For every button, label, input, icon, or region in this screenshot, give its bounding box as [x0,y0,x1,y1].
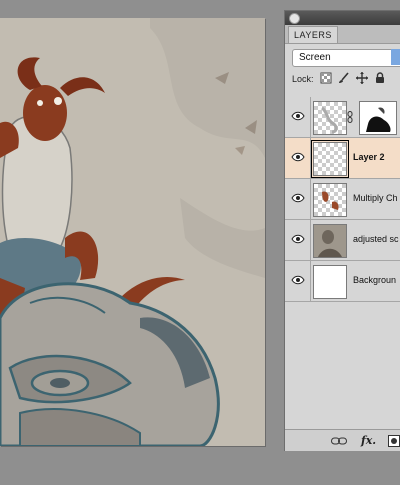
divider [310,220,311,260]
layer-thumbnail[interactable] [311,140,349,178]
lock-row: Lock: [285,66,400,90]
layer-name: Multiply Ch [353,193,398,203]
divider [310,261,311,301]
layers-list: Layer 2 Multiply Ch adjusted sc Backgrou… [285,97,400,302]
layer-name: Backgroun [353,275,397,285]
blend-mode-row: Screen [285,44,400,67]
close-panel-button[interactable] [289,13,300,24]
layer-thumbnail[interactable] [313,265,347,299]
divider [310,138,311,178]
layer-row[interactable] [285,97,400,138]
layers-panel: LAYERS Screen Lock: Layer 2 Multiply Ch … [284,10,400,451]
layer-name: Layer 2 [353,152,385,162]
layer-name: adjusted sc [353,234,399,244]
thumbnail-character-image [322,191,339,210]
layer-row-active[interactable]: Layer 2 [285,138,400,179]
new-layer-icon[interactable] [388,435,400,447]
link-icon[interactable] [347,111,353,123]
thumbnail-smoke-image [321,106,338,134]
fx-icon[interactable]: fx. [361,434,376,447]
eye-icon[interactable] [291,111,305,121]
mask-shape-image [366,107,391,132]
brush-icon[interactable] [338,72,350,84]
chevron-down-icon[interactable] [391,49,400,65]
panel-titlebar[interactable] [285,11,400,25]
tab-layers[interactable]: LAYERS [288,26,338,43]
layer-thumbnail[interactable] [313,183,347,217]
eye-icon[interactable] [291,193,305,203]
divider [310,179,311,219]
layer-thumbnail[interactable] [313,224,347,258]
lock-transparent-icon[interactable] [320,72,332,84]
layer-mask-thumbnail[interactable] [359,101,397,135]
panel-bottom-bar: fx. [285,429,400,451]
eye-icon[interactable] [291,275,305,285]
blend-mode-select[interactable]: Screen [292,49,400,67]
layer-row[interactable]: Multiply Ch [285,179,400,220]
padlock-icon[interactable] [374,72,386,84]
move-icon[interactable] [356,72,368,84]
layer-row[interactable]: adjusted sc [285,220,400,261]
document-canvas[interactable] [0,18,265,446]
artwork-illustration [0,18,265,446]
thumbnail-scan-image [318,230,342,257]
eye-icon[interactable] [291,234,305,244]
chain-icon[interactable] [331,437,347,445]
lock-label: Lock: [292,74,314,84]
layer-row[interactable]: Backgroun [285,261,400,302]
divider [310,97,311,137]
eye-icon[interactable] [291,152,305,162]
layer-thumbnail[interactable] [313,101,347,135]
panel-tab-row: LAYERS [285,25,400,44]
